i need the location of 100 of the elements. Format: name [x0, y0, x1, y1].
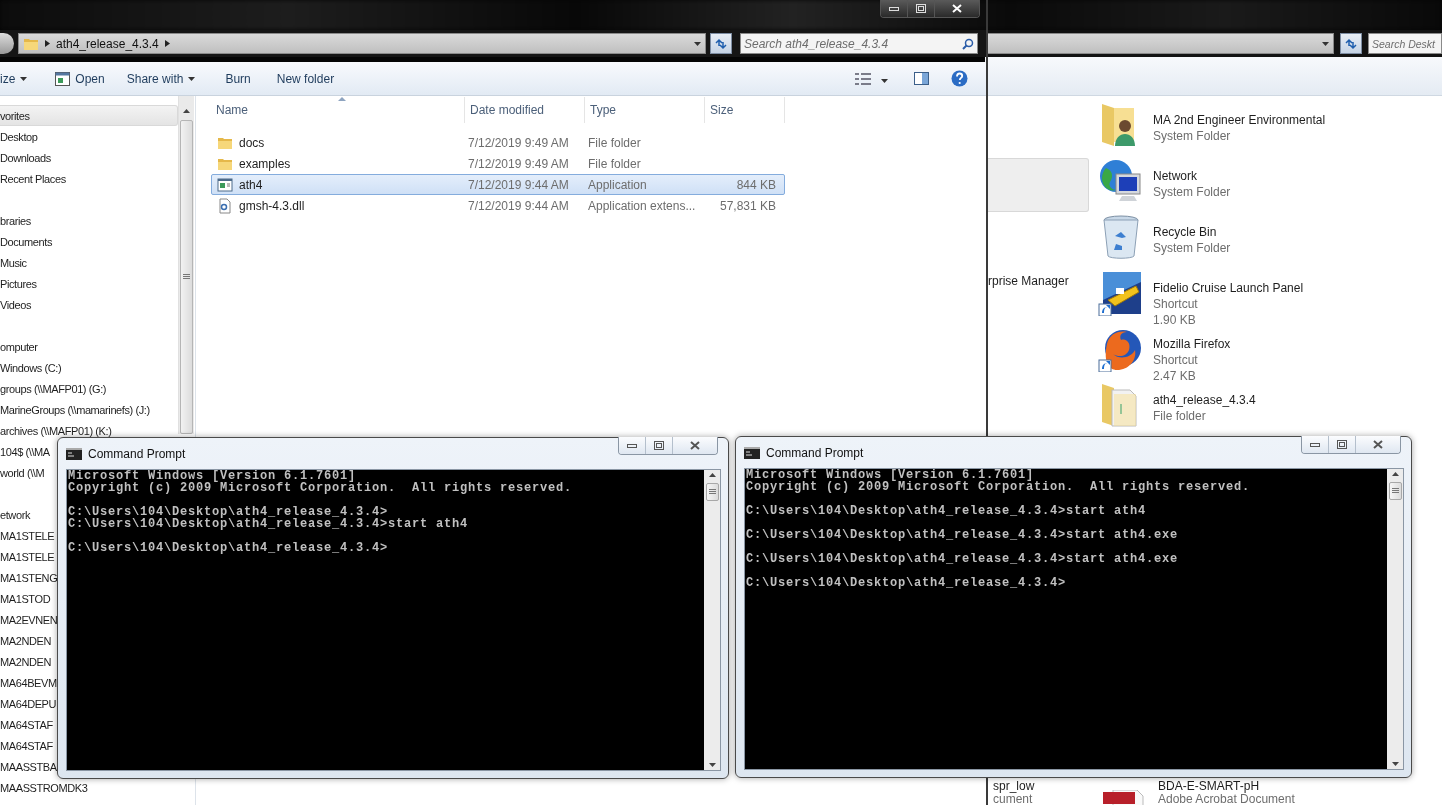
console-icon — [744, 446, 760, 459]
nav-item[interactable]: Windows (C:) — [0, 360, 63, 375]
minimize-icon[interactable] — [1310, 442, 1320, 447]
minimize-button[interactable] — [1302, 436, 1328, 453]
nav-item[interactable]: MA1STELE — [0, 528, 56, 543]
nav-item[interactable]: MA64BEVM — [0, 675, 58, 690]
scrollbar-thumb[interactable] — [180, 120, 193, 434]
search-field[interactable]: Search ath4_release_4.3.4 — [740, 33, 978, 54]
console-line: C:\Users\104\Desktop\ath4_release_4.3.4>start ath4.exe — [746, 529, 1179, 541]
toolbar-button[interactable]: ize — [0, 66, 28, 91]
item-name: rprise Manager — [988, 274, 1070, 288]
scroll-down-icon[interactable] — [1391, 762, 1399, 766]
address-field[interactable] — [987, 33, 1334, 54]
window-icon — [55, 71, 71, 86]
search-icon[interactable] — [962, 37, 974, 50]
column-header[interactable]: Date modified — [465, 97, 585, 123]
address-field[interactable]: ath4_release_4.3.4 — [18, 33, 706, 54]
column-header[interactable]: Size — [705, 97, 785, 123]
nav-item[interactable]: MA1STELE — [0, 549, 56, 564]
view-list-icon[interactable] — [855, 72, 871, 85]
scroll-up-icon[interactable] — [708, 473, 716, 477]
nav-item[interactable]: MAASSTROMDK3 — [0, 780, 89, 795]
column-header[interactable]: Name — [211, 97, 465, 123]
nav-item[interactable]: Recent Places — [0, 171, 67, 186]
gear-document-icon — [217, 197, 233, 214]
nav-item[interactable]: 104$ (\\MA — [0, 444, 51, 459]
minimize-button[interactable] — [619, 437, 645, 454]
nav-item[interactable]: MA1STENG — [0, 570, 59, 585]
close-button[interactable] — [934, 0, 979, 17]
chevron-icon[interactable] — [164, 40, 170, 47]
scrollbar-thumb[interactable] — [705, 483, 719, 501]
nav-item[interactable]: MA64STAF — [0, 717, 54, 732]
toolbar-button[interactable]: New folder — [276, 66, 335, 91]
table-cell-text: 7/12/2019 9:44 AM — [467, 177, 570, 192]
nav-item[interactable]: braries — [0, 213, 32, 228]
scrollbar-thumb[interactable] — [1388, 482, 1402, 500]
back-button[interactable] — [0, 33, 14, 54]
minimize-icon[interactable] — [627, 443, 637, 448]
search-field[interactable]: Search Deskt — [1368, 33, 1442, 54]
close-button[interactable] — [672, 437, 717, 454]
nav-item[interactable]: Desktop — [0, 129, 39, 144]
toolbar-button[interactable]: Burn — [225, 66, 251, 91]
console-line: Microsoft Windows [Version 6.1.7601] — [68, 470, 357, 482]
window-title: Command Prompt — [766, 445, 864, 460]
close-button[interactable] — [1355, 436, 1400, 453]
nav-item[interactable]: Pictures — [0, 276, 38, 291]
close-icon[interactable] — [690, 441, 700, 450]
maximize-button[interactable] — [907, 0, 934, 17]
help-icon[interactable] — [951, 70, 968, 87]
console-line: C:\Users\104\Desktop\ath4_release_4.3.4>start ath4 — [746, 505, 1147, 517]
nav-item[interactable]: Downloads — [0, 150, 52, 165]
item-name: MA 2nd Engineer Environmental — [1153, 112, 1326, 128]
nav-item[interactable]: MA1STOD — [0, 591, 52, 606]
scroll-down-icon[interactable] — [708, 763, 716, 767]
nav-item[interactable]: MA2NDEN — [0, 654, 52, 669]
file-row[interactable]: docs 7/12/2019 9:49 AM File folder — [211, 132, 785, 153]
nav-item[interactable]: omputer — [0, 339, 39, 354]
table-cell-text: 57,831 KB — [718, 198, 777, 213]
item-detail: Shortcut — [1153, 296, 1199, 312]
nav-item[interactable]: Music — [0, 255, 28, 270]
breadcrumb[interactable]: ath4_release_4.3.4 — [56, 36, 159, 51]
item-name: Fidelio Cruise Launch Panel — [1153, 280, 1304, 296]
maximize-button[interactable] — [645, 437, 672, 454]
item-detail: 1.90 KB — [1153, 312, 1197, 328]
nav-item[interactable]: world (\\M — [0, 465, 46, 480]
maximize-icon[interactable] — [1337, 440, 1347, 449]
nav-item[interactable]: Videos — [0, 297, 33, 312]
file-row[interactable]: examples 7/12/2019 9:49 AM File folder — [211, 153, 785, 174]
nav-item[interactable]: MAASSTBA — [0, 759, 58, 774]
file-name: examples — [239, 156, 291, 171]
nav-item[interactable]: archives (\\MAFP01) (K:) — [0, 423, 113, 438]
table-cell-text: File folder — [587, 156, 642, 171]
sort-arrow-icon — [337, 97, 346, 101]
console-line: C:\Users\104\Desktop\ath4_release_4.3.4> — [746, 577, 1067, 589]
nav-item[interactable]: groups (\\MAFP01) (G:) — [0, 381, 108, 396]
scroll-up-icon[interactable] — [1391, 472, 1399, 476]
table-cell-text: Application extens... — [587, 198, 697, 213]
preview-pane-icon[interactable] — [914, 72, 929, 85]
chevron-icon[interactable] — [45, 40, 50, 47]
file-row[interactable]: gmsh-4.3.dll 7/12/2019 9:44 AM Application extens... 57,831 KB — [211, 195, 785, 216]
scrollbar-grip-icon — [183, 274, 190, 280]
close-icon[interactable] — [1373, 440, 1383, 449]
column-header[interactable]: Type — [585, 97, 705, 123]
item-name: Recycle Bin — [1153, 224, 1218, 240]
nav-item[interactable]: Documents — [0, 234, 54, 249]
scroll-up-icon[interactable] — [183, 109, 190, 113]
toolbar-button[interactable]: Open — [55, 66, 105, 91]
nav-item[interactable]: etwork — [0, 507, 31, 522]
maximize-button[interactable] — [1328, 436, 1355, 453]
nav-item[interactable]: vorites — [0, 105, 178, 126]
nav-item[interactable]: MA2EVNEN — [0, 612, 59, 627]
maximize-icon[interactable] — [654, 441, 664, 450]
nav-item[interactable]: MA64STAF — [0, 738, 54, 753]
minimize-button[interactable] — [881, 0, 907, 17]
console-line: Microsoft Windows [Version 6.1.7601] — [746, 469, 1035, 481]
nav-item[interactable]: MA2NDEN — [0, 633, 52, 648]
file-row[interactable]: ath4 7/12/2019 9:44 AM Application 844 KB — [211, 174, 785, 195]
toolbar-button[interactable]: Share with — [126, 66, 196, 91]
nav-item[interactable]: MA64DEPU — [0, 696, 58, 711]
nav-item[interactable]: MarineGroups (\\mamarinefs) (J:) — [0, 402, 151, 417]
